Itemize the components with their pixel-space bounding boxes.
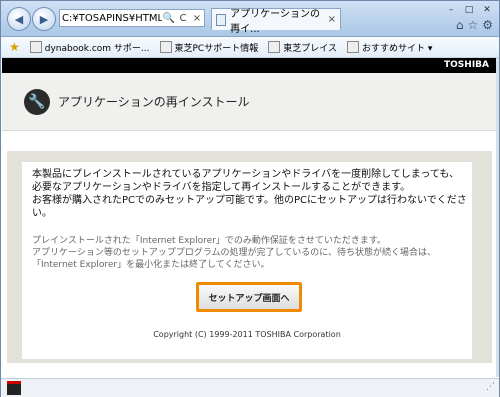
resize-grip-icon[interactable]: ⋰ — [486, 382, 495, 392]
minimize-button[interactable]: – — [443, 4, 459, 16]
scrollbar[interactable] — [496, 58, 499, 377]
wrench-icon: 🔧 — [24, 88, 50, 115]
home-icon[interactable]: ⌂ — [456, 18, 464, 32]
browser-tab[interactable]: アプリケーションの再イ... × — [211, 8, 341, 35]
close-window-button[interactable]: ✕ — [479, 4, 495, 16]
description-line: お客様が購入されたPCでのみセットアップ可能です。他のPCにセットアップは行わな… — [32, 195, 467, 219]
favorite-link-recommended[interactable]: おすすめサイト ▾ — [346, 41, 433, 54]
favorites-star-icon[interactable]: ★ — [9, 40, 20, 54]
status-bar: ⋰ — [1, 378, 499, 397]
maximize-button[interactable]: □ — [461, 4, 477, 16]
forward-button[interactable]: ▶ — [32, 7, 56, 31]
favorite-label: おすすめサイト ▾ — [361, 43, 433, 54]
gear-icon[interactable]: ⚙ — [482, 18, 493, 32]
setup-button[interactable]: セットアップ画面へ — [196, 282, 302, 312]
description-line: 必要なアプリケーションやドライバを指定して再インストールすることができます。 — [32, 182, 411, 193]
link-icon — [346, 41, 359, 53]
page-icon — [216, 13, 227, 26]
favorite-link-place[interactable]: 東芝プレイス — [268, 41, 337, 54]
content-panel: 本製品にプレインストールされているアプリケーションやドライバを一度削除してしまっ… — [22, 162, 472, 359]
favorite-link-dynabook[interactable]: dynabook.com サポー... — [29, 41, 150, 54]
address-bar[interactable]: C:¥TOSAPINS¥HTML¥S 🔍 C × — [59, 9, 205, 27]
back-button[interactable]: ◀ — [7, 7, 31, 31]
refresh-icon[interactable]: C — [176, 13, 190, 24]
note-text: プレインストールされた「Internet Explorer」でのみ動作保証をさせ… — [32, 235, 472, 271]
brand-bar: TOSHIBA — [2, 58, 497, 73]
page-header: 🔧 アプリケーションの再インストール — [2, 73, 497, 131]
page-title: アプリケーションの再インストール — [58, 95, 250, 109]
favorite-label: 東芝PCサポート情報 — [174, 43, 259, 54]
note-line: アプリケーション等のセットアッププログラムの処理が完了しているのに、待ち状態が続… — [32, 248, 437, 270]
page-content: TOSHIBA 🔧 アプリケーションの再インストール 本製品にプレインストールさ… — [2, 58, 497, 377]
search-icon[interactable]: 🔍 — [162, 13, 176, 24]
note-line: プレインストールされた「Internet Explorer」でのみ動作保証をさせ… — [32, 236, 386, 246]
main-description: 本製品にプレインストールされているアプリケーションやドライバを一度削除してしまっ… — [32, 168, 472, 220]
address-text: C:¥TOSAPINS¥HTML¥S — [62, 12, 162, 24]
favorites-icon[interactable]: ☆ — [467, 18, 478, 32]
back-icon: ◀ — [14, 12, 24, 26]
favorite-link-support[interactable]: 東芝PCサポート情報 — [159, 41, 259, 54]
favorites-bar: ★ dynabook.com サポー... 東芝PCサポート情報 東芝プレイス … — [1, 37, 499, 58]
copyright-text: Copyright (C) 1999-2011 TOSHIBA Corporat… — [153, 330, 341, 339]
description-line: 本製品にプレインストールされているアプリケーションやドライバを一度削除してしまっ… — [32, 169, 460, 180]
status-icon — [7, 381, 21, 395]
content-frame: 本製品にプレインストールされているアプリケーションやドライバを一度削除してしまっ… — [7, 151, 492, 363]
browser-toolbar: ◀ ▶ C:¥TOSAPINS¥HTML¥S 🔍 C × アプリケーションの再イ… — [1, 1, 499, 37]
favorite-label: 東芝プレイス — [283, 43, 337, 54]
tool-icons: ⌂ ☆ ⚙ — [456, 18, 493, 32]
favorite-label: dynabook.com サポー... — [44, 43, 150, 54]
forward-icon: ▶ — [39, 12, 49, 26]
link-icon — [29, 41, 42, 53]
link-icon — [268, 41, 281, 53]
tab-title: アプリケーションの再イ... — [230, 8, 320, 35]
tab-close-icon[interactable]: × — [328, 14, 336, 25]
link-icon — [159, 41, 172, 53]
stop-icon[interactable]: × — [190, 13, 204, 24]
window-controls: – □ ✕ — [443, 4, 495, 16]
browser-window: ◀ ▶ C:¥TOSAPINS¥HTML¥S 🔍 C × アプリケーションの再イ… — [0, 0, 500, 397]
